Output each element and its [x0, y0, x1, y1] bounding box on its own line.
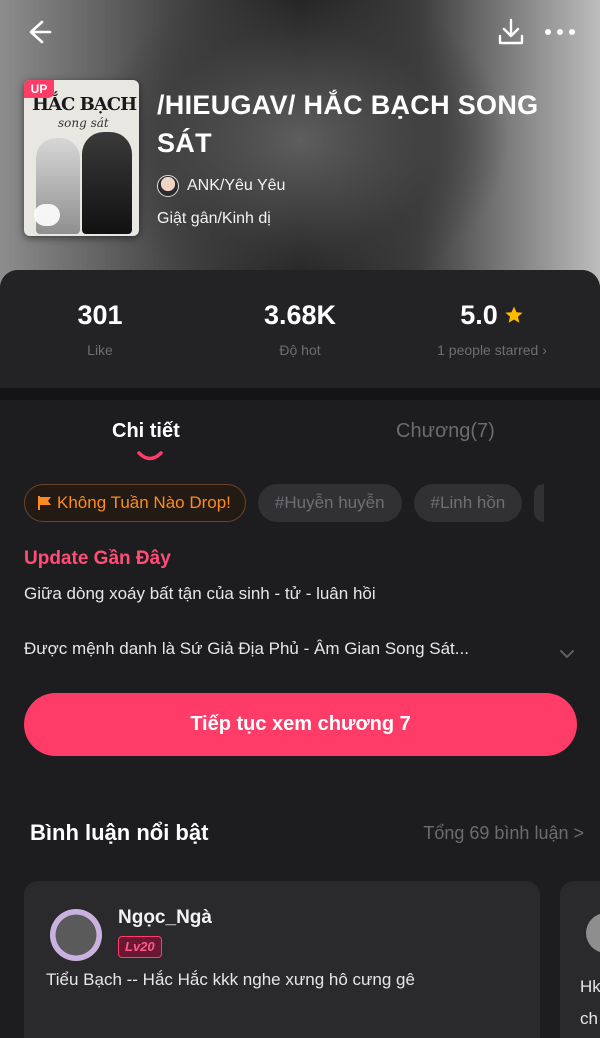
- update-line-1: Giữa dòng xoáy bất tận của sinh - tử - l…: [24, 584, 376, 603]
- stat-hot-label: Độ hot: [279, 342, 321, 358]
- content-panel: 301 Like 3.68K Độ hot 5.0 1 people starr…: [0, 270, 600, 1038]
- star-icon: [505, 306, 523, 323]
- commenter-avatar[interactable]: [50, 909, 102, 961]
- update-badge: UP: [24, 80, 54, 98]
- flag-icon: [38, 496, 51, 510]
- commenter-avatar-next: [586, 913, 600, 953]
- stat-rating-label: 1 people starred ›: [437, 342, 547, 358]
- tab-chapters[interactable]: Chương(7): [396, 420, 495, 443]
- commenter-name: Ngọc_Ngà: [118, 907, 212, 928]
- level-badge: Lv20: [118, 936, 162, 958]
- more-button[interactable]: [542, 16, 578, 48]
- author-avatar: [157, 175, 179, 197]
- update-heading: Update Gần Đây: [24, 548, 171, 569]
- tag-list: Không Tuần Nào Drop! #Huyễn huyễn #Linh …: [24, 484, 545, 524]
- stat-rating[interactable]: 5.0 1 people starred ›: [392, 298, 592, 359]
- book-title: /HIEUGAV/ HẮC BẠCH SONG SÁT: [157, 90, 539, 158]
- chat-bubble-icon: [34, 204, 60, 226]
- stat-like-value: 301: [77, 299, 123, 330]
- cover-subtitle: song sát: [58, 116, 109, 130]
- comment-card-next[interactable]: Hk ch: [560, 881, 600, 1038]
- comments-total-link[interactable]: Tổng 69 bình luận >: [423, 823, 584, 844]
- back-button[interactable]: [22, 16, 54, 48]
- tab-detail[interactable]: Chi tiết: [112, 420, 180, 443]
- book-cover[interactable]: HẮC BẠCH song sát UP: [24, 80, 139, 236]
- update-line-2[interactable]: Được mệnh danh là Sứ Giả Địa Phủ - Âm Gi…: [24, 639, 554, 659]
- chevron-down-icon[interactable]: [558, 648, 576, 660]
- section-divider: [0, 388, 600, 400]
- comment-text: Tiểu Bạch -- Hắc Hắc kkk nghe xưng hô cư…: [46, 970, 415, 989]
- book-genre: Giật gân/Kinh dị: [157, 210, 271, 227]
- more-horizontal-icon: [545, 29, 575, 35]
- stat-hot: 3.68K Độ hot: [200, 298, 400, 359]
- comment-card[interactable]: Ngọc_Ngà Lv20 Tiểu Bạch -- Hắc Hắc kkk n…: [24, 881, 540, 1038]
- tag-genre-2[interactable]: #Linh hồn: [413, 484, 523, 522]
- author-name: ANK/Yêu Yêu: [187, 177, 286, 194]
- tag-genre-1[interactable]: #Huyễn huyễn: [257, 484, 402, 522]
- tab-active-indicator: [137, 451, 163, 461]
- stat-rating-value-row: 5.0: [392, 298, 592, 332]
- tag-more-partial[interactable]: [534, 484, 545, 522]
- tag-schedule[interactable]: Không Tuần Nào Drop!: [24, 484, 246, 522]
- comments-title: Bình luận nổi bật: [30, 820, 209, 845]
- continue-reading-button[interactable]: Tiếp tục xem chương 7: [24, 693, 577, 756]
- stat-like-label: Like: [87, 342, 113, 358]
- stats-bar: 301 Like 3.68K Độ hot 5.0 1 people starr…: [0, 270, 600, 388]
- stat-hot-value: 3.68K: [263, 299, 337, 330]
- arrow-left-icon: [29, 20, 52, 44]
- comment-text-next: Hk ch: [580, 977, 600, 1028]
- top-bar: [0, 0, 600, 64]
- author-row[interactable]: ANK/Yêu Yêu: [157, 172, 285, 200]
- stat-like: 301 Like: [0, 298, 200, 359]
- tag-schedule-label: Không Tuần Nào Drop!: [57, 493, 231, 512]
- download-button[interactable]: [496, 16, 526, 48]
- stat-rating-value: 5.0: [460, 299, 498, 330]
- download-icon: [498, 18, 524, 45]
- cover-figure-right: [82, 132, 132, 234]
